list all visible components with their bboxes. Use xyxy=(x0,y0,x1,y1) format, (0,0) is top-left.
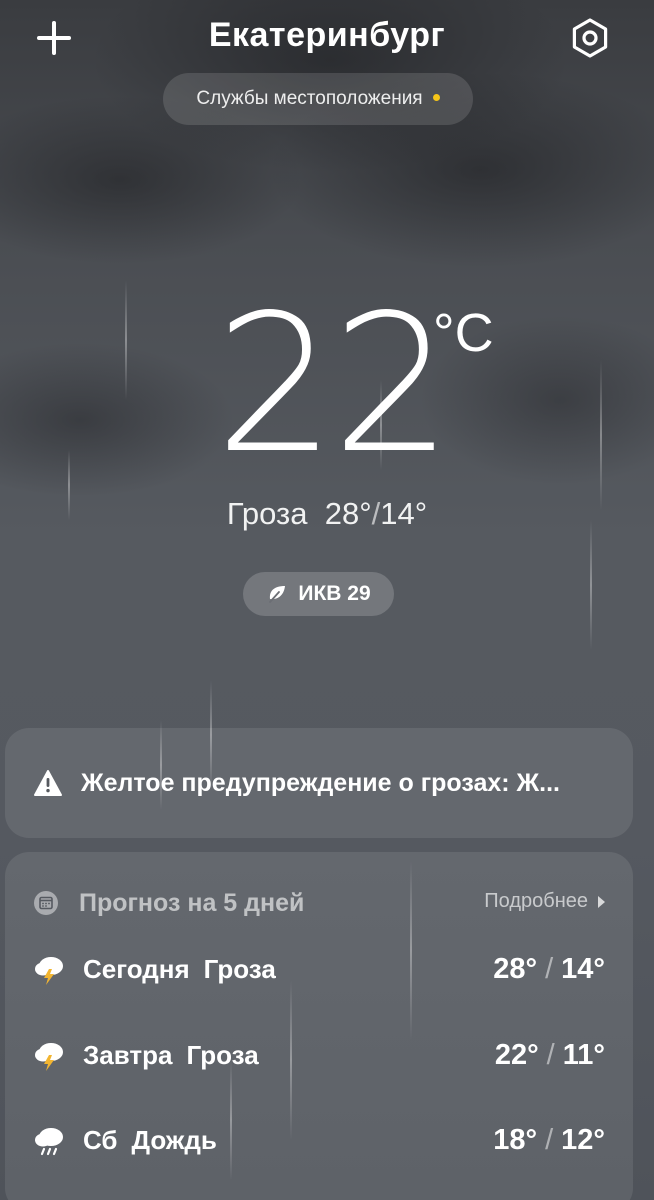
current-low: 14° xyxy=(380,496,428,531)
thunderstorm-icon xyxy=(35,957,63,985)
forecast-temps: 22°/11° xyxy=(495,1039,605,1072)
forecast-condition: Гроза xyxy=(203,953,276,984)
rain-streak xyxy=(590,520,592,650)
leaf-icon xyxy=(269,586,286,603)
weather-alert-card[interactable]: Желтое предупреждение о грозах: Ж... xyxy=(5,728,633,838)
status-dot xyxy=(432,93,440,101)
forecast-condition: Гроза xyxy=(186,1039,259,1070)
forecast-row[interactable]: Сб Дождь 18°/12° xyxy=(33,1120,605,1160)
forecast-row[interactable]: Завтра Гроза 22°/11° xyxy=(33,1035,605,1075)
current-high: 28° xyxy=(324,496,372,531)
forecast-low: 11° xyxy=(562,1038,605,1071)
forecast-row[interactable]: Сегодня Гроза 28°/14° xyxy=(33,949,605,989)
forecast-high: 22° xyxy=(494,1038,539,1071)
current-condition-row: Гроза 28°/14° xyxy=(0,496,654,532)
location-services-pill[interactable]: Службы местоположения xyxy=(163,73,473,125)
rain-icon xyxy=(35,1128,63,1156)
warning-icon xyxy=(34,770,62,796)
current-condition: Гроза xyxy=(226,496,308,531)
rain-streak xyxy=(125,280,127,400)
top-bar: Екатеринбург xyxy=(0,0,654,76)
aqi-label: ИКВ 29 xyxy=(298,582,371,605)
gear-icon xyxy=(572,18,608,58)
location-services-label: Службы местоположения xyxy=(196,88,423,109)
forecast-day: Сегодня xyxy=(83,953,190,984)
rain-streak xyxy=(600,360,602,510)
forecast-low: 14° xyxy=(561,952,605,985)
temp-separator: / xyxy=(546,1038,555,1071)
forecast-more-link[interactable]: Подробнее xyxy=(484,890,605,913)
settings-button[interactable] xyxy=(568,16,612,60)
forecast-temps: 18°/12° xyxy=(493,1124,605,1157)
temp-separator: / xyxy=(371,496,381,531)
chevron-right-icon xyxy=(598,895,605,908)
temp-separator: / xyxy=(545,1123,554,1156)
current-temperature: 22 xyxy=(215,274,453,495)
alert-text: Желтое предупреждение о грозах: Ж... xyxy=(81,768,560,797)
forecast-temps: 28°/14° xyxy=(493,953,605,986)
forecast-high: 28° xyxy=(493,952,538,985)
forecast-title: Прогноз на 5 дней xyxy=(79,888,305,917)
forecast-high: 18° xyxy=(493,1123,538,1156)
thunderstorm-icon xyxy=(35,1043,63,1071)
forecast-condition: Дождь xyxy=(131,1124,217,1155)
forecast-more-label: Подробнее xyxy=(484,890,588,912)
forecast-low: 12° xyxy=(561,1123,605,1156)
temperature-unit: °C xyxy=(433,303,494,363)
forecast-day: Завтра xyxy=(83,1039,173,1070)
forecast-day: Сб xyxy=(83,1124,118,1155)
forecast-header: Прогноз на 5 дней Подробнее xyxy=(33,886,605,920)
temp-separator: / xyxy=(545,952,554,985)
forecast-card: Прогноз на 5 дней Подробнее Сегодня Гроз… xyxy=(5,852,633,1200)
city-title: Екатеринбург xyxy=(208,16,446,54)
aqi-badge[interactable]: ИКВ 29 xyxy=(243,572,394,616)
calendar-icon xyxy=(34,891,58,915)
